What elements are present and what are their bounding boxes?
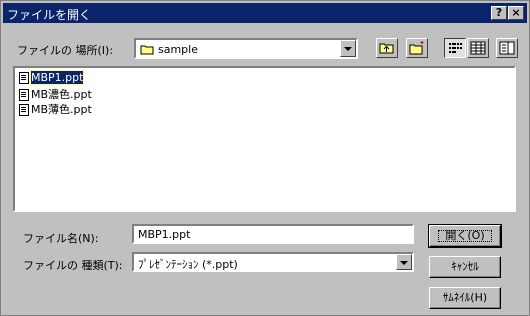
close-button[interactable]: × [508,6,524,20]
filetype-combo[interactable]: ﾌﾟﾚｾﾞﾝﾃｰｼｮﾝ (*.ppt) [132,252,414,272]
new-folder-button[interactable] [406,38,428,58]
new-folder-icon [409,41,424,55]
file-list[interactable]: MBP1.ppt MB濃色.ppt MB薄色.ppt [13,66,516,212]
title-bar[interactable]: ファイルを開く ? × [3,3,527,23]
file-name: MB濃色.ppt [31,88,92,101]
dialog-title: ファイルを開く [7,8,92,22]
folder-icon [140,44,154,58]
chevron-down-icon [344,47,352,51]
file-name: MBP1.ppt [29,70,85,85]
location-label: ファイルの 場所(I): [17,44,114,57]
filetype-dropdown-button[interactable] [396,254,412,270]
cancel-button[interactable]: ｷｬﾝｾﾙ [429,256,501,278]
details-view-icon [470,41,486,55]
up-folder-button[interactable] [376,38,398,58]
thumbnail-button[interactable]: ｻﾑﾈｲﾙ(H) [429,287,501,309]
file-item[interactable]: MB薄色.ppt [19,101,92,116]
filetype-value: ﾌﾟﾚｾﾞﾝﾃｰｼｮﾝ (*.ppt) [138,258,238,271]
ppt-file-icon [19,104,29,116]
list-view-icon [449,43,462,53]
details-view-button[interactable] [467,38,489,58]
ppt-file-icon [19,89,29,101]
help-button[interactable]: ? [491,6,507,20]
file-item[interactable]: MBP1.ppt [19,70,85,85]
list-view-button[interactable] [444,38,466,58]
filename-input[interactable]: MBP1.ppt [132,224,414,244]
filetype-label: ファイルの 種類(T): [23,259,123,272]
properties-view-button[interactable] [496,38,518,58]
ppt-file-icon [19,72,29,84]
open-button-label: 開く(O) [445,229,485,242]
location-dropdown-button[interactable] [340,40,356,57]
filename-value: MBP1.ppt [138,228,191,241]
open-file-dialog: ファイルを開く ? × ファイルの 場所(I): sample MBP1.ppt… [0,0,530,316]
open-button[interactable]: 開く(O) [428,224,502,248]
filename-label: ファイル名(N): [23,232,99,245]
up-folder-icon [379,43,394,54]
location-value: sample [158,43,198,56]
file-item[interactable]: MB濃色.ppt [19,86,92,101]
chevron-down-icon [400,261,408,265]
location-combo[interactable]: sample [134,38,358,59]
properties-view-icon [499,41,515,55]
file-name: MB薄色.ppt [31,103,92,116]
